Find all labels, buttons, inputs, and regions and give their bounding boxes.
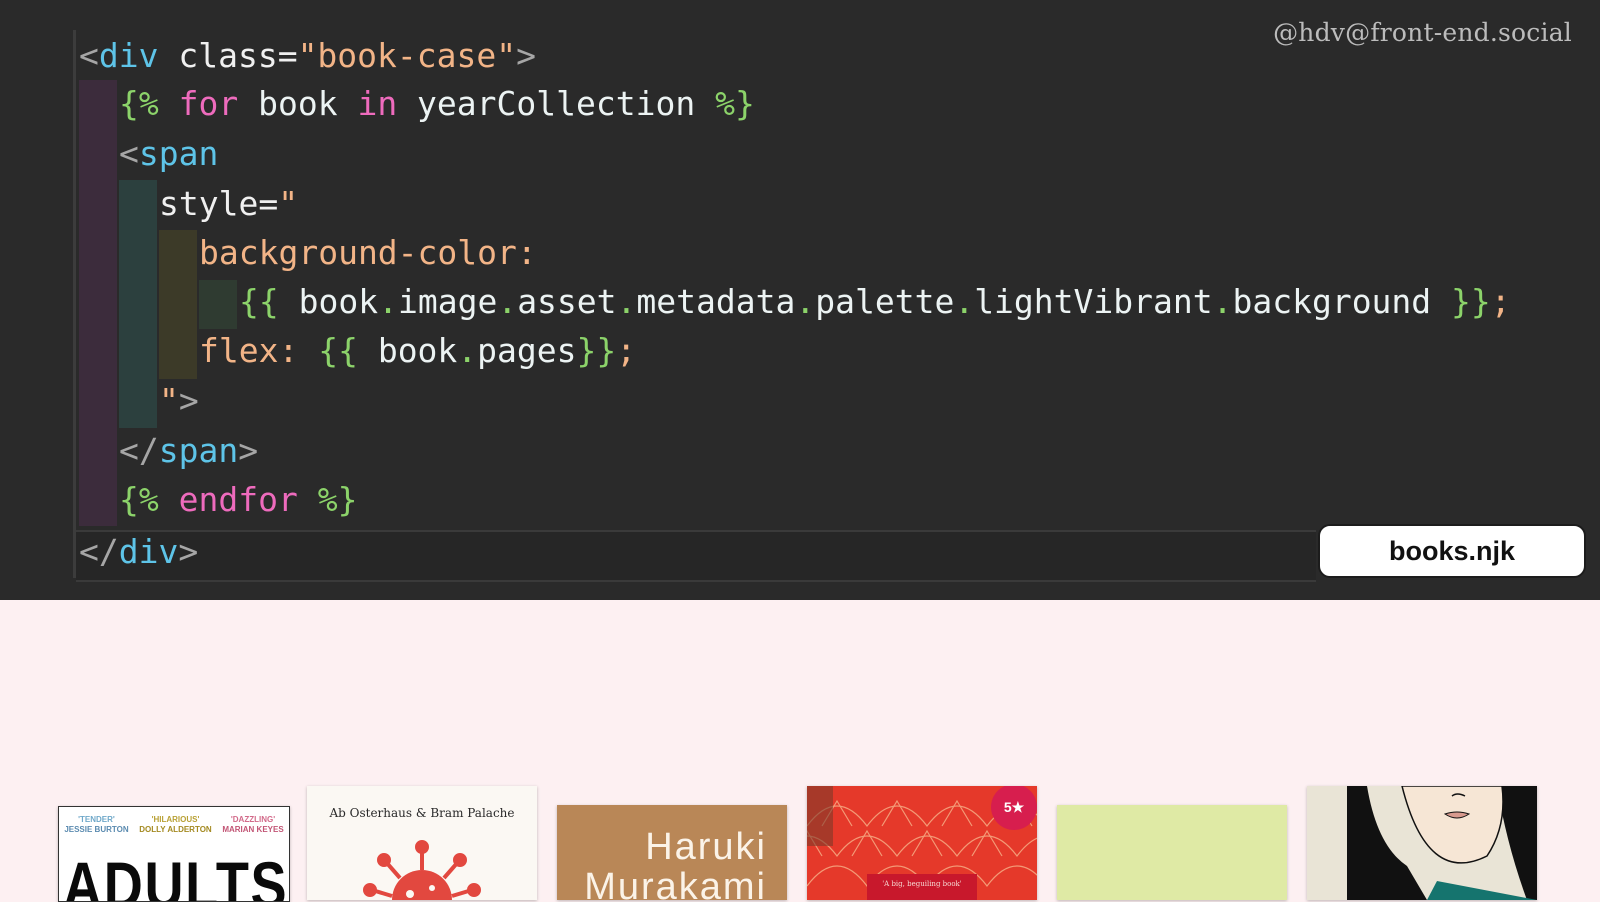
code-line-1: <div class="book-case"> [79,36,536,75]
cover-quotes: 'TENDER' JESSIE BURTON 'HILARIOUS' DOLLY… [59,815,289,835]
face-illustration [1347,786,1537,900]
code-line-11: </div> [79,532,199,571]
code-line-4: style=" [159,184,299,223]
rating-badge: 5★ [991,786,1037,830]
indent-guide-level-4 [199,280,237,329]
indent-guide-level-1 [79,80,117,526]
code-line-10: {% endfor %} [119,480,358,519]
filename-badge: books.njk [1318,524,1586,578]
indent-guide-level-2 [119,180,157,428]
indent-guide-level-3 [159,230,197,379]
editor-gutter-line [73,30,76,578]
book-cover-murakami[interactable]: Haruki Murakami [557,805,787,900]
code-line-8: "> [159,381,199,420]
code-line-6: {{ book.image.asset.metadata.palette.lig… [239,282,1511,321]
code-line-2: {% for book in yearCollection %} [119,84,755,123]
code-line-9: </span> [119,431,259,470]
cover-author-name: Haruki Murakami [584,826,767,900]
current-line-highlight [76,530,1316,582]
code-line-5: background-color: [199,233,537,272]
cover-quote: 'TENDER' JESSIE BURTON [64,815,129,834]
cover-quote: 'DAZZLING' MARIAN KEYES [222,815,284,834]
virus-icon [363,840,481,900]
book-cover-virus[interactable]: Ab Osterhaus & Bram Palache [307,786,537,900]
book-cover-illustration[interactable] [1307,786,1537,900]
cover-quote: 'HILARIOUS' DOLLY ALDERTON [139,815,212,834]
social-handle: @hdv@front-end.social [1273,18,1572,47]
code-editor-panel: @hdv@front-end.social <div class="book-c… [0,0,1600,600]
book-cover-lime[interactable] [1057,805,1287,900]
book-cover-red-pattern[interactable]: 5★ 'A big, beguiling book' [807,786,1037,900]
cover-title: ADULTS [63,848,289,902]
cover-banner: 'A big, beguiling book' [867,874,977,900]
book-cover-adults[interactable]: 'TENDER' JESSIE BURTON 'HILARIOUS' DOLLY… [58,806,290,902]
code-line-7: flex: {{ book.pages}}; [199,331,637,370]
cover-authors: Ab Osterhaus & Bram Palache [329,806,515,820]
code-line-3: <span [119,134,219,173]
